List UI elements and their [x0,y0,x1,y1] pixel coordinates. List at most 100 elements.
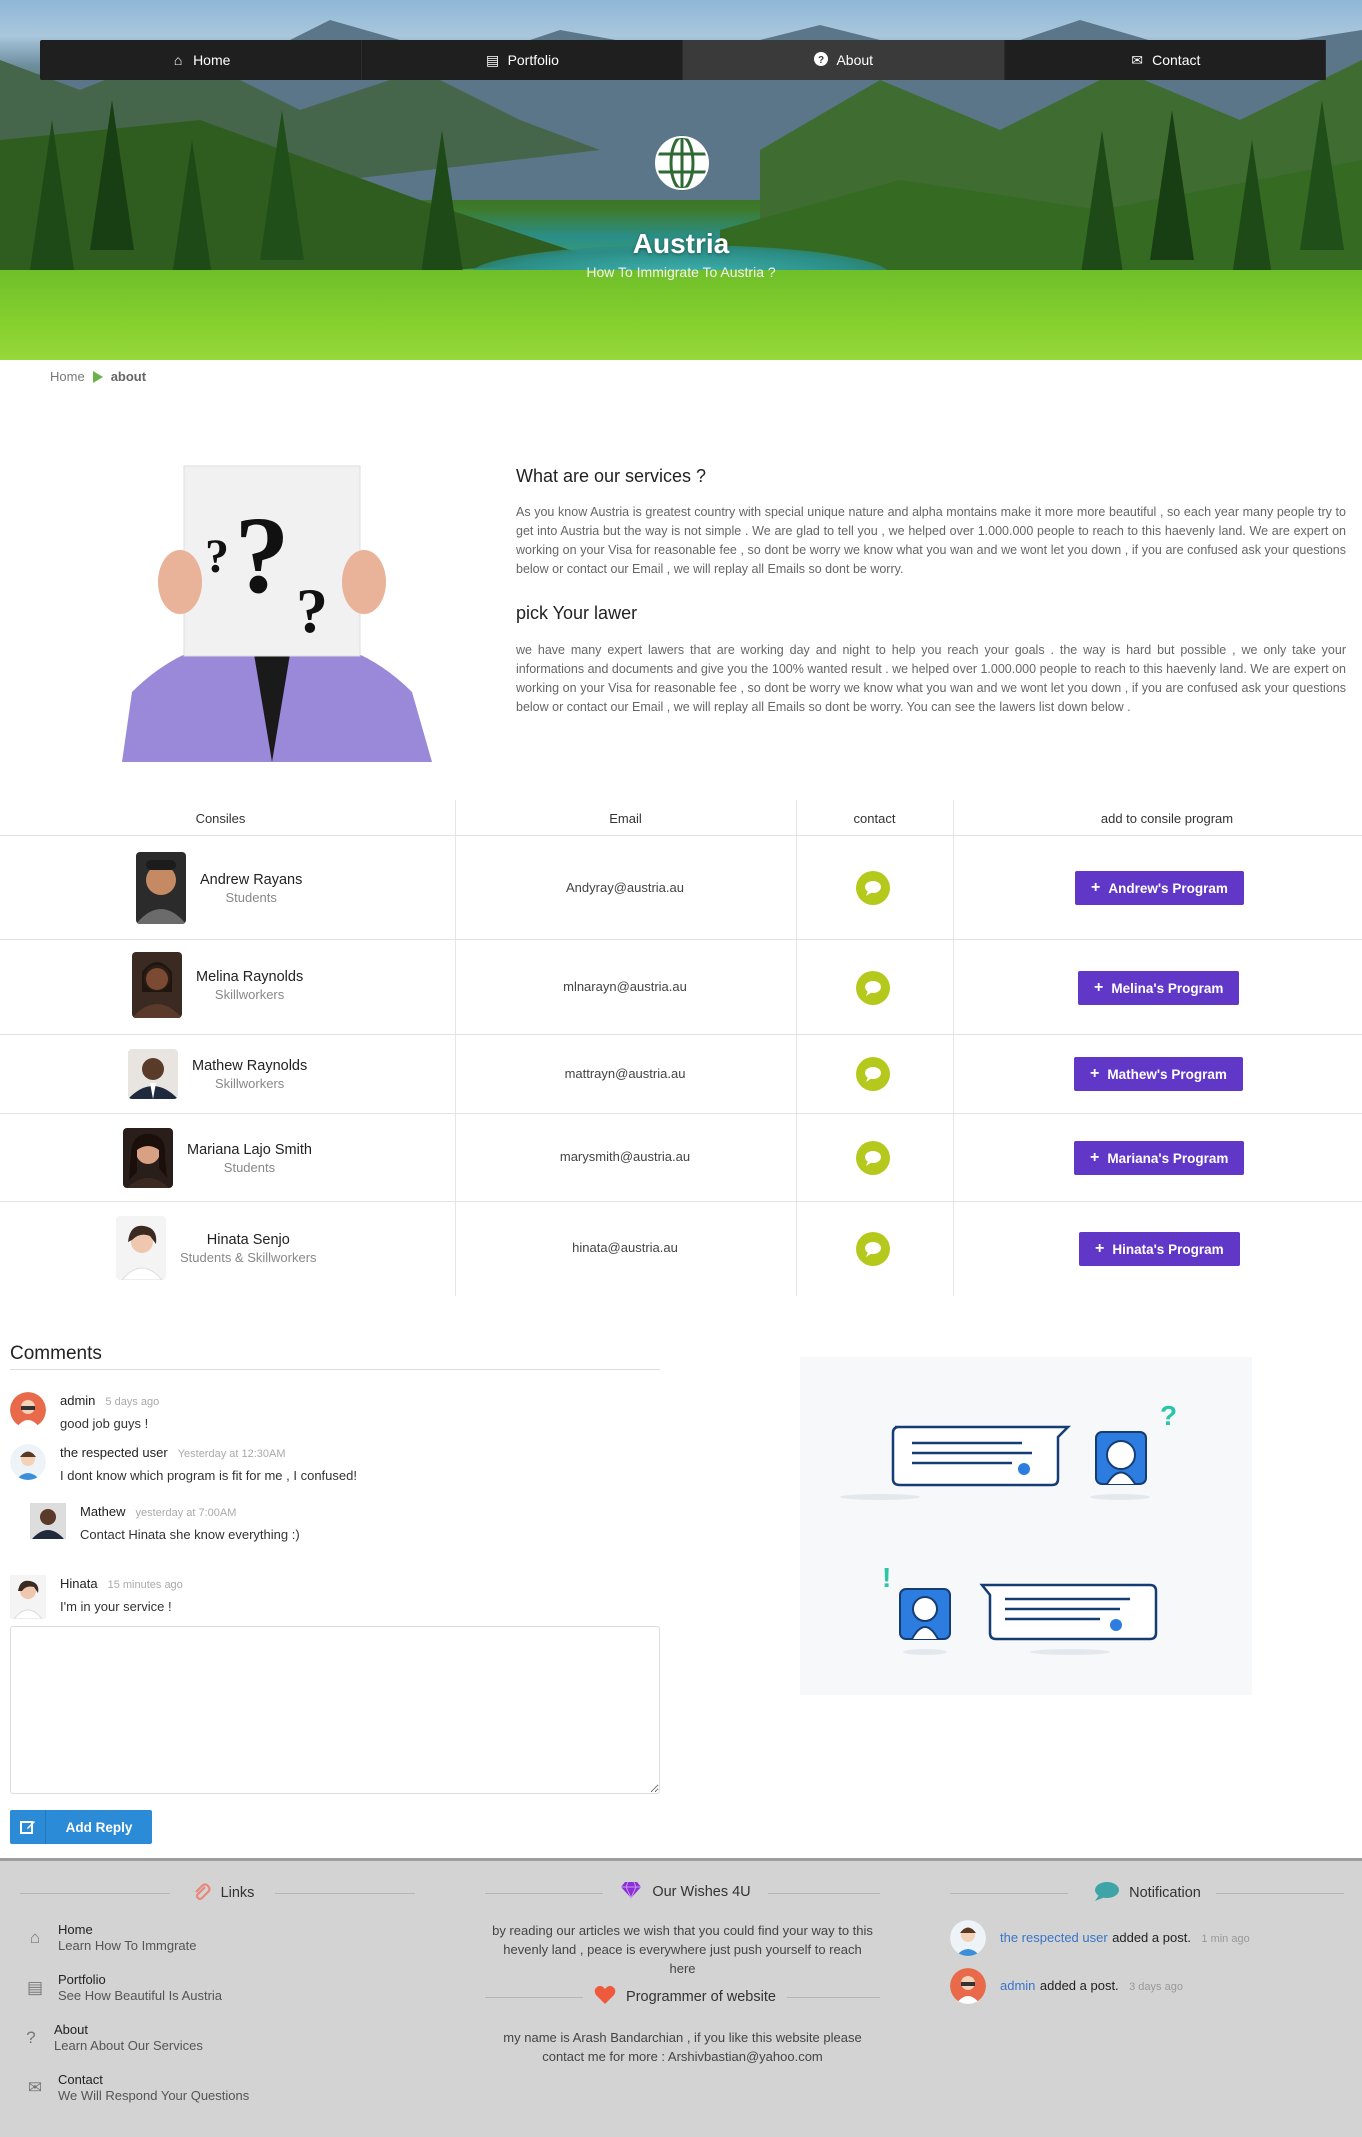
comment-time: yesterday at 7:00AM [135,1507,237,1519]
wishes-text: by reading our articles we wish that you… [492,1923,873,1976]
program-label: Hinata's Program [1112,1241,1224,1257]
footer-link-title: Home [58,1922,93,1937]
notification-heading: Notification [1078,1881,1216,1905]
page-title: Austria [632,228,730,259]
program-label: Mathew's Program [1107,1066,1227,1082]
question-circle-icon: ? [813,51,829,69]
lawer-text: we have many expert lawers that are work… [516,643,1346,714]
consile-name: Mariana Lajo Smith [187,1141,312,1158]
divider [10,1369,660,1370]
add-program-button[interactable]: + Mathew's Program [1074,1057,1243,1091]
table-row: Hinata Senjo Students & Skillworkers hin… [0,1202,1362,1296]
notification-user[interactable]: admin [1000,1978,1035,1993]
svg-text:?: ? [205,530,229,583]
heart-icon [594,1985,616,2009]
divider [950,1893,1068,1894]
chat-bubble-icon[interactable] [856,1232,890,1266]
footer-link-portfolio[interactable]: ▤ Portfolio See How Beautiful Is Austria [24,1972,222,2003]
comments-title: Comments [10,1343,102,1364]
plus-icon: + [1091,879,1101,896]
consile-role: Students [225,889,277,905]
comment-text: I dont know which program is fit for me … [60,1468,357,1483]
svg-text:!: ! [882,1562,891,1593]
notification-title: Notification [1129,1885,1201,1901]
nav-portfolio[interactable]: ▤ Portfolio [362,40,683,80]
nav-portfolio-label: Portfolio [507,52,559,68]
nav-contact[interactable]: ✉ Contact [1005,40,1326,80]
footer-link-title: Portfolio [58,1972,106,1987]
programmer-heading: Programmer of website [573,1985,797,2009]
links-heading: Links [170,1881,275,1905]
consile-person: Hinata Senjo Students & Skillworkers [116,1216,317,1280]
comment-item: admin 5 days ago good job guys ! [10,1392,159,1431]
consile-person: Melina Raynolds Skillworkers [132,952,303,1018]
diamond-icon [620,1881,642,1903]
divider [20,1893,170,1894]
plus-icon: + [1095,1240,1105,1257]
avatar [132,952,182,1018]
program-label: Melina's Program [1111,980,1224,996]
add-program-button[interactable]: + Mariana's Program [1074,1141,1245,1175]
consile-name: Mathew Raynolds [192,1057,308,1074]
plus-icon: + [1090,1065,1100,1082]
chat-bubble-icon[interactable] [856,871,890,905]
table-row: Mathew Raynolds Skillworkers mattrayn@au… [0,1035,1362,1114]
consile-name: Hinata Senjo [206,1231,290,1248]
notification-action: added a post. [1039,1978,1119,1993]
add-program-button[interactable]: + Hinata's Program [1079,1232,1240,1266]
plus-icon: + [1094,979,1104,996]
footer-link-about[interactable]: ? About Learn About Our Services [20,2022,203,2053]
wishes-title: Our Wishes 4U [652,1884,751,1900]
consile-email: mlnarayn@austria.au [563,979,687,994]
comment-text: Contact Hinata she know everything :) [80,1527,300,1542]
comment-author[interactable]: admin [60,1393,95,1408]
comment-author[interactable]: Hinata [60,1576,98,1591]
footer-link-home[interactable]: ⌂ Home Learn How To Immgrate [24,1922,197,1953]
divider [485,1997,583,1998]
notification-time: 3 days ago [1129,1981,1183,1993]
comment-text: I'm in your service ! [60,1599,172,1614]
notification-action: added a post. [1112,1930,1191,1945]
plus-icon: + [1090,1149,1100,1166]
footer-link-sub: We Will Respond Your Questions [58,2088,250,2103]
add-reply-button[interactable]: Add Reply [10,1810,152,1844]
avatar [950,1920,986,1956]
nav-about[interactable]: ? About [683,40,1005,80]
comment-time: 5 days ago [105,1396,160,1408]
paperclip-icon [191,1881,211,1905]
consile-role: Skillworkers [214,1075,285,1091]
comment-time: 15 minutes ago [107,1579,183,1591]
nav-contact-label: Contact [1152,52,1201,68]
nav-home-label: Home [193,52,231,68]
chat-bubble-icon[interactable] [856,1057,890,1091]
consile-role: Students & Skillworkers [180,1249,317,1265]
breadcrumb: Home about [50,369,146,384]
notification-item: admin added a post. 3 days ago [950,1968,1183,2004]
footer-link-title: Contact [58,2072,103,2087]
reply-textarea[interactable] [10,1626,660,1794]
header-add: add to consile program [1100,810,1234,826]
table-row: Melina Raynolds Skillworkers mlnarayn@au… [0,940,1362,1035]
notification-time: 1 min ago [1201,1933,1250,1945]
footer-link-contact[interactable]: ✉ Contact We Will Respond Your Questions [24,2072,249,2103]
breadcrumb-current: about [110,369,147,384]
notification-user[interactable]: the respected user [1000,1930,1108,1945]
question-icon: ? [26,2028,36,2047]
archive-icon: ▤ [26,1978,44,1997]
svg-text:?: ? [235,494,290,616]
confused-man-image: ? ? ? [72,462,470,762]
chat-bubble-icon[interactable] [856,971,890,1005]
breadcrumb-home[interactable]: Home [50,369,85,384]
nav-home[interactable]: ⌂ Home [40,40,362,80]
add-program-button[interactable]: + Andrew's Program [1075,871,1244,905]
comment-author[interactable]: the respected user [60,1445,168,1460]
comment-author[interactable]: Mathew [80,1504,126,1519]
nav-about-label: About [836,52,874,68]
main-navbar: ⌂ Home ▤ Portfolio ? About ✉ Contact [40,40,1326,80]
chat-bubble-icon[interactable] [856,1141,890,1175]
add-program-button[interactable]: + Melina's Program [1078,971,1240,1005]
footer-link-title: About [54,2022,88,2037]
footer-link-sub: Learn How To Immgrate [58,1938,197,1953]
comment-item: Hinata 15 minutes ago I'm in your service… [10,1575,183,1619]
wishes-heading: Our Wishes 4U [603,1881,768,1903]
